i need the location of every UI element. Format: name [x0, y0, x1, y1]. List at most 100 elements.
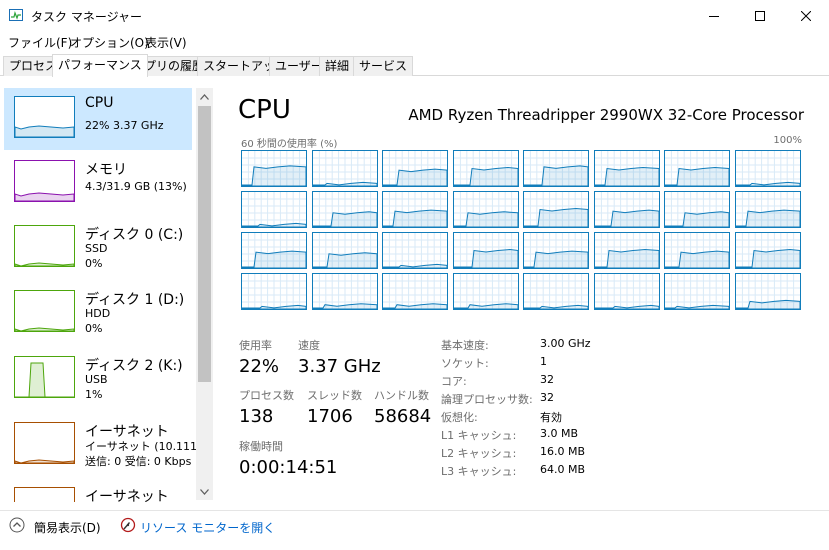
thumbnail-usage-line: [14, 459, 75, 464]
logical-processor-graph: [594, 232, 660, 269]
core-usage-line: [664, 166, 730, 187]
minimize-button[interactable]: [691, 0, 737, 31]
processes-label: プロセス数: [239, 389, 294, 402]
sidebar-item-ethernet-1[interactable]: イーサネット イーサネット (10.111) 送信: 0 受信: 0 Kbps: [4, 414, 201, 476]
cores-value: 32: [540, 373, 554, 386]
logical-processor-graph: [453, 191, 519, 228]
window-title: タスク マネージャー: [31, 10, 142, 24]
maximize-icon: [755, 10, 765, 21]
sidebar-item-memory[interactable]: メモリ 4.3/31.9 GB (13%): [4, 152, 192, 214]
l3-cache-value: 64.0 MB: [540, 463, 586, 476]
l2-cache-label: L2 キャッシュ:: [441, 447, 517, 460]
thumbnail-usage-line: [14, 262, 75, 267]
logical-processor-graph: [312, 191, 378, 228]
core-usage-line: [523, 207, 589, 228]
thumbnail-usage-line: [14, 192, 75, 202]
logical-processor-graph: [594, 150, 660, 187]
virtualization-label: 仮想化:: [441, 411, 478, 424]
disk-2-thumbnail-graph: [14, 356, 75, 398]
logical-processor-graph: [664, 191, 730, 228]
tab-performance[interactable]: パフォーマンス: [52, 54, 148, 77]
scroll-up-icon[interactable]: [199, 91, 210, 102]
cpu-model-name: AMD Ryzen Threadripper 2990WX 32-Core Pr…: [408, 106, 804, 124]
compact-view-button[interactable]: 簡易表示(D): [34, 519, 101, 536]
sidebar-item-detail: 0%: [85, 322, 103, 335]
logical-processor-graph: [523, 150, 589, 187]
handles-value: 58684: [374, 406, 432, 427]
maximize-button[interactable]: [737, 0, 783, 31]
core-usage-line: [453, 211, 519, 228]
usage-label: 使用率: [239, 339, 272, 352]
menu-options[interactable]: オプション(O): [70, 34, 149, 51]
scrollbar-thumb[interactable]: [198, 106, 211, 382]
cpu-thumbnail-graph: [14, 96, 75, 138]
base-speed-value: 3.00 GHz: [540, 337, 591, 350]
logical-processor-graph: [664, 232, 730, 269]
sockets-value: 1: [540, 355, 547, 368]
page-title: CPU: [238, 95, 291, 125]
core-usage-line: [594, 248, 660, 269]
core-usage-line: [312, 252, 378, 269]
scroll-down-icon[interactable]: [199, 486, 210, 497]
menu-bar: ファイル(F) オプション(O) 表示(V): [0, 31, 829, 51]
sidebar-item-detail: 1%: [85, 388, 103, 401]
handles-label: ハンドル数: [374, 389, 429, 402]
core-usage-line: [312, 211, 378, 228]
resource-monitor-icon[interactable]: [120, 517, 136, 536]
sidebar-item-label: ディスク 0 (C:): [85, 227, 184, 243]
logical-processor-graph: [241, 273, 307, 310]
sidebar-item-detail: 4.3/31.9 GB (13%): [85, 180, 187, 193]
logical-processor-graph: [312, 150, 378, 187]
logical-processor-graph: [523, 273, 589, 310]
sidebar-item-type: HDD: [85, 307, 111, 320]
open-resource-monitor-link[interactable]: リソース モニターを開く: [140, 519, 275, 536]
uptime-value: 0:00:14:51: [239, 457, 338, 478]
l3-cache-label: L3 キャッシュ:: [441, 465, 517, 478]
core-usage-line: [664, 211, 730, 228]
core-usage-line: [241, 165, 307, 187]
sidebar-item-cpu[interactable]: CPU 22% 3.37 GHz: [4, 88, 192, 150]
sidebar-item-label: CPU: [85, 95, 114, 111]
sidebar-item-ethernet-2[interactable]: イーサネット: [4, 479, 192, 502]
logical-processors-label: 論理プロセッサ数:: [441, 393, 533, 406]
menu-file[interactable]: ファイル(F): [8, 34, 72, 51]
logical-processor-graph: [523, 191, 589, 228]
logical-processor-graph: [735, 191, 801, 228]
disk-0-thumbnail-graph: [14, 225, 75, 267]
sidebar-item-disk-0[interactable]: ディスク 0 (C:) SSD 0%: [4, 217, 192, 279]
chevron-up-icon[interactable]: [9, 517, 25, 536]
core-usage-line: [735, 248, 801, 269]
sidebar-item-detail: 0%: [85, 257, 103, 270]
sidebar-item-disk-2[interactable]: ディスク 2 (K:) USB 1%: [4, 348, 192, 410]
thumbnail-usage-line: [15, 362, 74, 398]
graph-max-label: 100%: [773, 135, 802, 146]
sidebar-item-type: USB: [85, 373, 108, 386]
sidebar-item-label: ディスク 1 (D:): [85, 292, 185, 308]
logical-processor-graph: [735, 232, 801, 269]
tab-services[interactable]: サービス: [353, 56, 414, 76]
graph-caption: 60 秒間の使用率 (%): [241, 139, 338, 150]
l1-cache-value: 3.0 MB: [540, 427, 579, 440]
core-usage-line: [453, 166, 519, 187]
thumbnail-usage-line: [14, 327, 75, 332]
menu-view[interactable]: 表示(V): [145, 34, 187, 51]
ethernet-2-thumbnail-graph: [14, 487, 75, 502]
uptime-label: 稼働時間: [239, 440, 283, 453]
core-usage-line: [523, 165, 589, 187]
threads-value: 1706: [307, 406, 353, 427]
logical-processor-graph: [735, 273, 801, 310]
logical-processor-graph: [382, 150, 448, 187]
processes-value: 138: [239, 406, 274, 427]
tab-details[interactable]: 詳細: [319, 56, 356, 76]
sidebar-scrollbar[interactable]: [196, 88, 213, 500]
task-manager-icon: [9, 9, 23, 21]
logical-processor-graph: [241, 232, 307, 269]
sidebar-item-label: ディスク 2 (K:): [85, 358, 183, 374]
sidebar-item-disk-1[interactable]: ディスク 1 (D:) HDD 0%: [4, 282, 192, 344]
ethernet-1-thumbnail-graph: [14, 422, 75, 464]
close-button[interactable]: [783, 0, 829, 31]
logical-processor-graph: [241, 191, 307, 228]
sidebar-item-detail: 22% 3.37 GHz: [85, 119, 164, 132]
l2-cache-value: 16.0 MB: [540, 445, 586, 458]
logical-processor-graph: [735, 150, 801, 187]
